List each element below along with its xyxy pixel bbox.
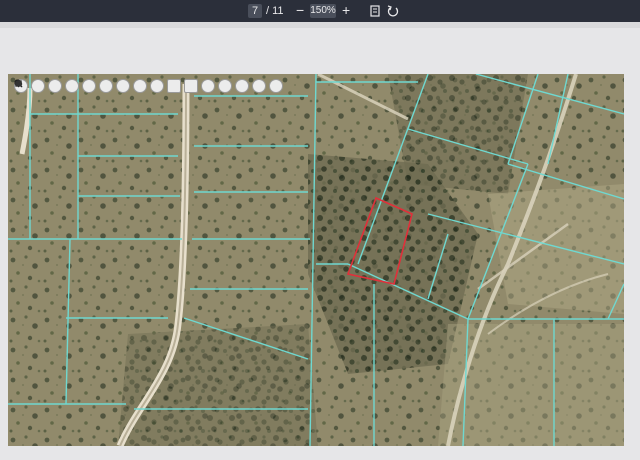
info-icon[interactable] bbox=[15, 79, 266, 93]
settings-icon[interactable] bbox=[15, 79, 283, 93]
viewer-toolbar: 7 / 11 − 150% + bbox=[0, 0, 640, 22]
map-toolbar bbox=[14, 79, 283, 93]
zoom-level-field[interactable]: 150% bbox=[310, 4, 336, 18]
page-number-input[interactable]: 7 bbox=[248, 4, 262, 18]
globe-icon[interactable] bbox=[15, 79, 130, 93]
arrow-right-icon[interactable] bbox=[15, 79, 96, 93]
pdf-page-area bbox=[0, 28, 640, 460]
zoom-in-button[interactable]: + bbox=[342, 1, 350, 19]
rotate-icon[interactable] bbox=[386, 4, 400, 18]
parcel-map[interactable] bbox=[8, 74, 624, 446]
folder-icon[interactable] bbox=[15, 79, 232, 93]
print-icon[interactable] bbox=[15, 79, 181, 93]
arrow-left-icon[interactable] bbox=[15, 79, 79, 93]
layers-icon[interactable] bbox=[14, 79, 215, 93]
search-icon[interactable] bbox=[14, 79, 113, 93]
measure-icon[interactable] bbox=[15, 79, 164, 93]
zoom-out-button[interactable]: − bbox=[296, 2, 304, 18]
pdf-page bbox=[8, 74, 624, 446]
fit-page-icon[interactable] bbox=[368, 4, 382, 18]
close-icon[interactable] bbox=[15, 79, 147, 93]
bookmark-icon[interactable] bbox=[15, 79, 198, 93]
zoom-out-icon[interactable] bbox=[14, 79, 45, 93]
page-total-label: / 11 bbox=[266, 5, 284, 17]
pan-icon[interactable] bbox=[14, 79, 62, 93]
help-icon[interactable] bbox=[15, 79, 249, 93]
